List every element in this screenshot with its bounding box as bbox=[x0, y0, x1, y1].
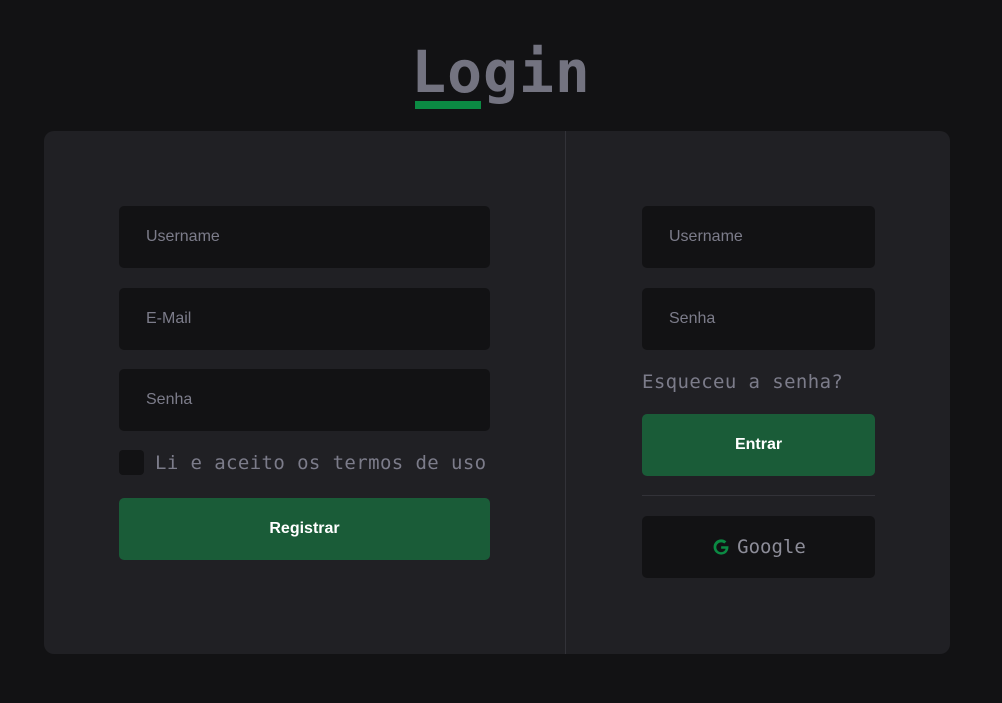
register-button[interactable]: Registrar bbox=[119, 498, 490, 560]
terms-row: Li e aceito os termos de uso bbox=[119, 450, 487, 475]
google-button-label: Google bbox=[737, 536, 806, 558]
login-button-label: Entrar bbox=[734, 436, 783, 453]
terms-label[interactable]: Li e aceito os termos de uso bbox=[155, 452, 487, 474]
register-email-input[interactable] bbox=[119, 288, 490, 350]
login-page: Login Li e aceito os termos de uso Regis… bbox=[0, 0, 1002, 703]
page-title-text: Login bbox=[411, 38, 591, 106]
terms-checkbox[interactable] bbox=[119, 450, 144, 475]
login-password-input[interactable] bbox=[642, 288, 875, 350]
register-username-input[interactable] bbox=[119, 206, 490, 268]
google-g-icon bbox=[713, 539, 729, 555]
login-button[interactable]: Entrar bbox=[642, 414, 875, 476]
page-title: Login bbox=[411, 38, 591, 109]
title-underline bbox=[415, 101, 482, 109]
register-button-label: Registrar bbox=[269, 520, 340, 537]
column-divider bbox=[565, 131, 566, 654]
separator bbox=[642, 495, 875, 496]
login-username-input[interactable] bbox=[642, 206, 875, 268]
header: Login bbox=[0, 38, 1002, 109]
google-login-button[interactable]: Google bbox=[642, 516, 875, 578]
register-password-input[interactable] bbox=[119, 369, 490, 431]
auth-card: Li e aceito os termos de uso Registrar E… bbox=[44, 131, 950, 654]
forgot-password-link[interactable]: Esqueceu a senha? bbox=[642, 371, 843, 393]
